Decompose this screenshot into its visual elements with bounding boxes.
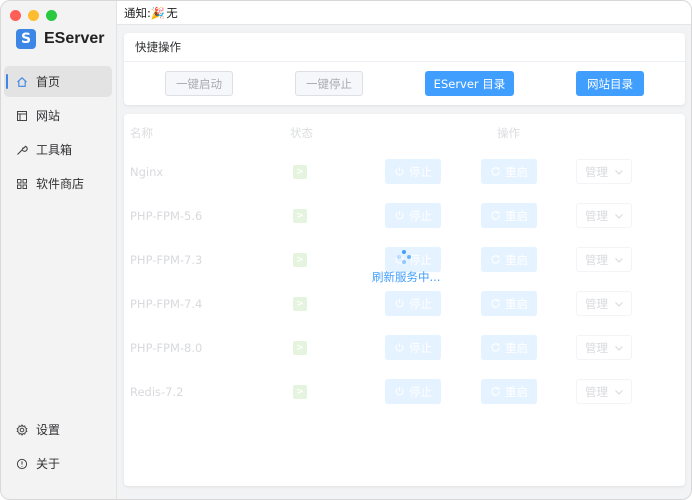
info-icon [16, 458, 28, 470]
sidebar-item-store[interactable]: 软件商店 [4, 168, 112, 199]
sidebar-item-label: 设置 [36, 423, 61, 437]
minimize-window-button[interactable] [28, 10, 39, 21]
sidebar-item-toolbox[interactable]: 工具箱 [4, 134, 112, 165]
quick-actions-title: 快捷操作 [124, 33, 685, 62]
loading-spinner-icon [397, 250, 411, 264]
eserver-dir-button[interactable]: EServer 目录 [425, 71, 514, 96]
sidebar-bottom-nav: 设置 关于 [4, 414, 112, 482]
sidebar-item-about[interactable]: 关于 [4, 448, 112, 479]
notice-label: 通知: [124, 5, 151, 20]
sidebar-item-label: 关于 [36, 457, 61, 471]
sidebar-item-home[interactable]: 首页 [4, 66, 112, 97]
sidebar: S EServer 首页 网站 工具箱 软件商店 设置 关于 [1, 1, 117, 499]
party-popper-icon: 🎉 [150, 5, 166, 20]
sidebar-item-label: 首页 [36, 75, 61, 89]
app-logo-icon: S [16, 29, 36, 49]
gear-icon [16, 423, 28, 436]
app-name: EServer [44, 30, 105, 47]
grid-apps-icon [16, 178, 28, 190]
sidebar-item-label: 软件商店 [36, 177, 85, 191]
window-controls [10, 10, 57, 21]
sidebar-item-label: 网站 [36, 109, 61, 123]
website-icon [16, 110, 28, 122]
sidebar-item-settings[interactable]: 设置 [4, 414, 112, 445]
close-window-button[interactable] [10, 10, 21, 21]
stop-all-button[interactable]: 一键停止 [295, 71, 363, 96]
notice-bar: 通知: 🎉 无 [117, 1, 691, 25]
sidebar-item-website[interactable]: 网站 [4, 100, 112, 131]
home-icon [16, 76, 28, 88]
loading-overlay: 刷新服务中... [124, 114, 685, 486]
zoom-window-button[interactable] [46, 10, 57, 21]
quick-actions-buttons: 一键启动 一键停止 EServer 目录 网站目录 [124, 62, 685, 105]
sidebar-nav: 首页 网站 工具箱 软件商店 [4, 66, 112, 202]
wrench-icon [16, 144, 28, 156]
sidebar-item-label: 工具箱 [36, 143, 73, 157]
quick-actions-card: 快捷操作 一键启动 一键停止 EServer 目录 网站目录 [124, 33, 685, 105]
app-window: S EServer 首页 网站 工具箱 软件商店 设置 关于 通知: 🎉 无 快… [0, 0, 692, 500]
brand: S EServer [16, 29, 105, 49]
start-all-button[interactable]: 一键启动 [165, 71, 233, 96]
notice-text: 无 [166, 5, 178, 20]
website-dir-button[interactable]: 网站目录 [576, 71, 644, 96]
loading-text: 刷新服务中... [372, 270, 441, 284]
